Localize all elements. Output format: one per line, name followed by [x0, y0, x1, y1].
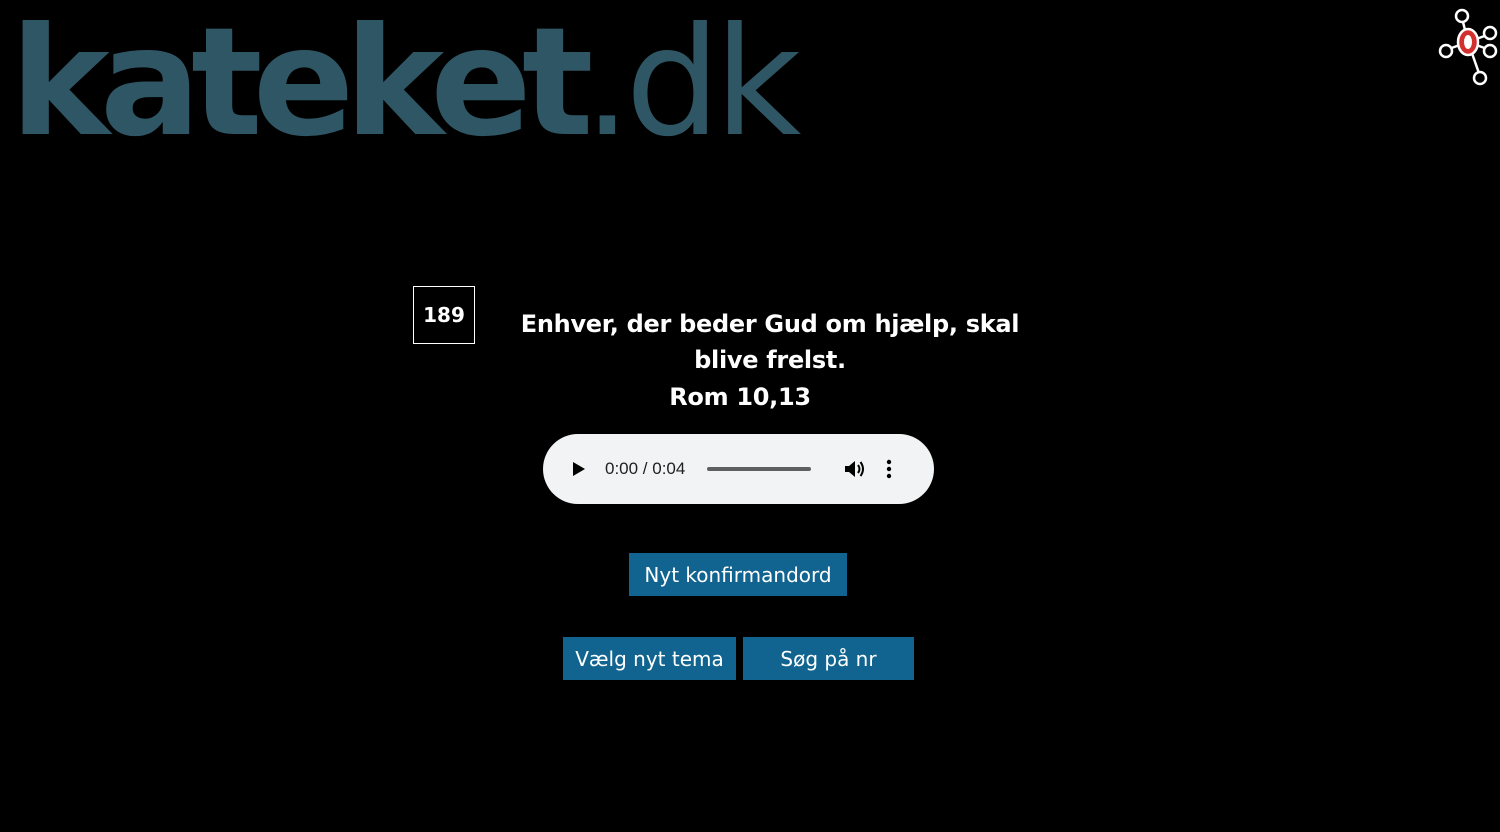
volume-icon[interactable]	[843, 457, 867, 481]
logo-main-text: kateket	[10, 0, 594, 170]
page: kateket .dk 189 Enhver, der beder Gud om…	[0, 0, 1500, 832]
new-word-button[interactable]: Nyt konfirmandord	[629, 553, 847, 596]
network-graph-icon[interactable]	[1438, 6, 1498, 88]
verse-text: Enhver, der beder Gud om hjælp, skal bli…	[520, 310, 1020, 374]
search-number-button[interactable]: Søg på nr	[743, 637, 914, 680]
play-icon[interactable]	[569, 459, 589, 479]
verse-number-box: 189	[413, 286, 475, 344]
logo-tld-text: .dk	[583, 0, 802, 170]
more-vertical-icon[interactable]	[883, 457, 895, 481]
site-logo[interactable]: kateket .dk	[10, 0, 801, 170]
choose-theme-button[interactable]: Vælg nyt tema	[563, 637, 736, 680]
audio-player: 0:00 / 0:04	[543, 434, 934, 504]
verse-reference: Rom 10,13	[669, 383, 811, 411]
audio-progress-track[interactable]	[707, 467, 812, 471]
audio-time: 0:00 / 0:04	[605, 459, 686, 478]
